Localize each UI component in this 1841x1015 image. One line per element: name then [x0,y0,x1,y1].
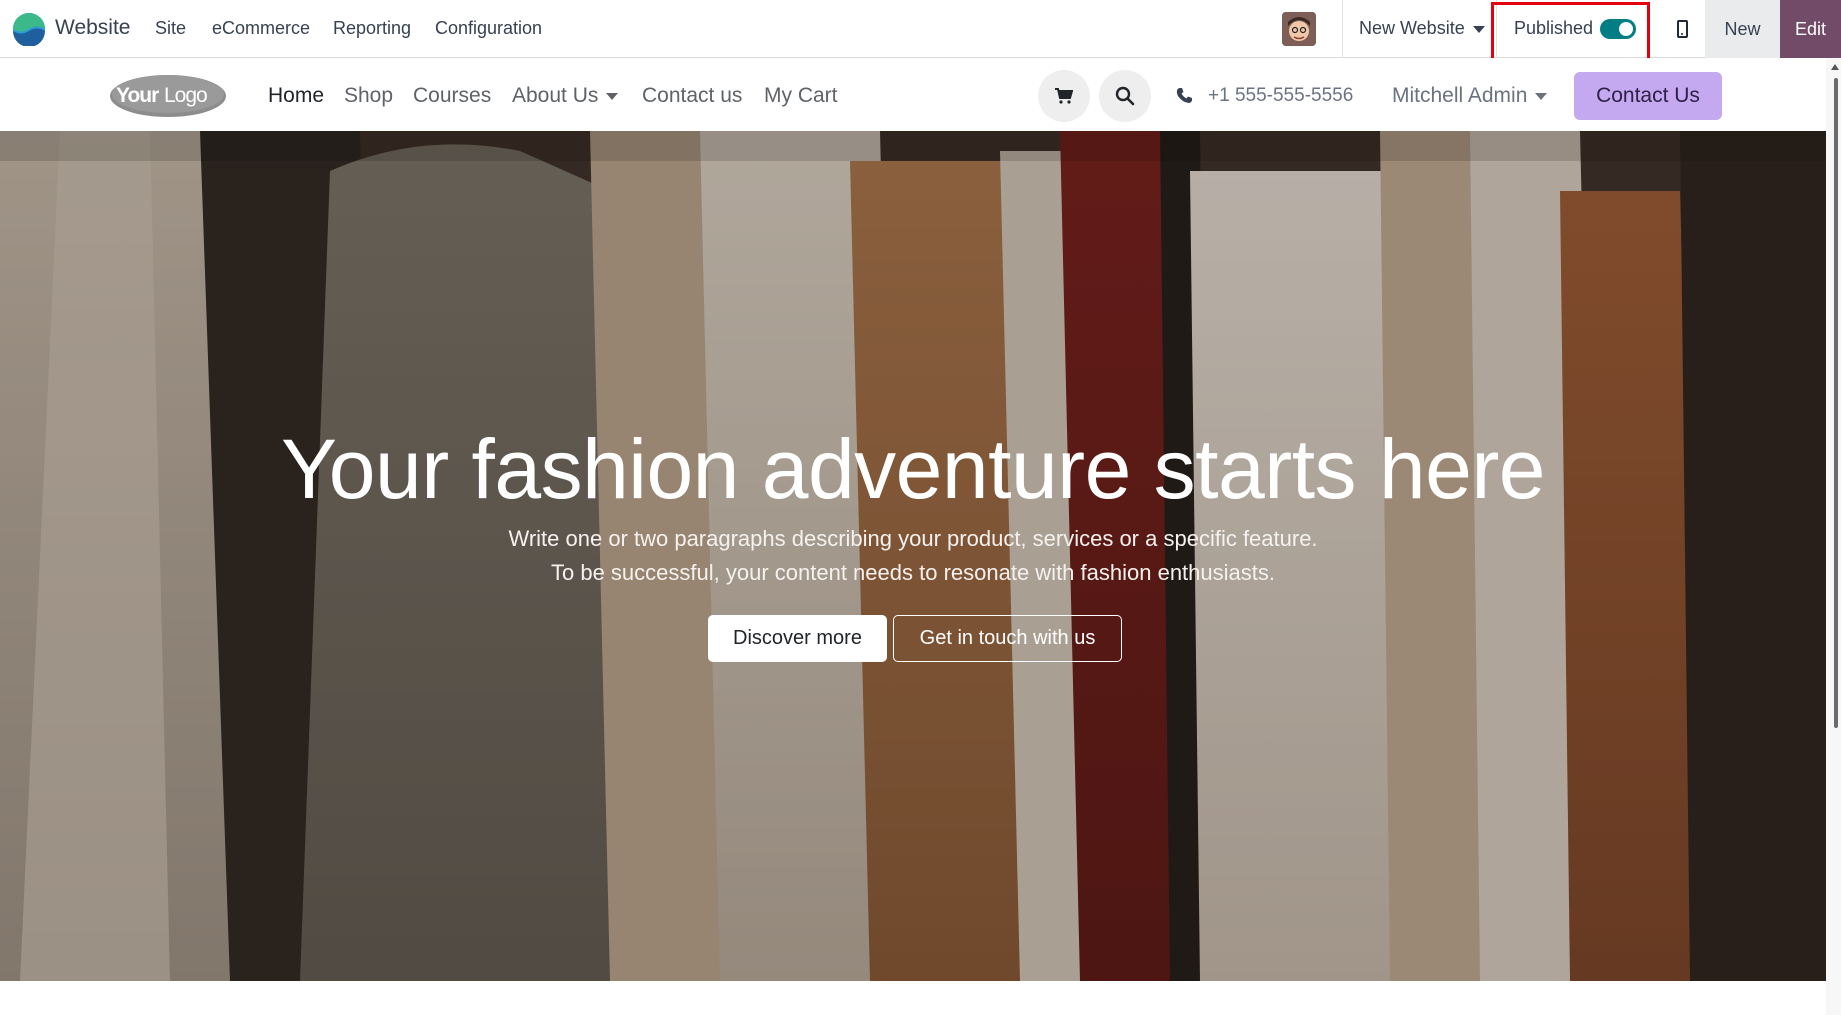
nav-shop[interactable]: Shop [344,84,393,108]
website-header: Your Logo Home Shop Courses About Us Con… [0,58,1841,131]
user-name: Mitchell Admin [1392,84,1528,107]
search-button[interactable] [1099,70,1151,122]
site-logo[interactable]: Your Logo [108,72,228,118]
toggle-knob [1619,22,1633,36]
user-avatar[interactable] [1282,12,1316,46]
website-selector[interactable]: New Website [1359,18,1485,39]
svg-text:Your: Your [116,84,159,107]
nav-contact-us[interactable]: Contact us [642,84,742,108]
nav-my-cart[interactable]: My Cart [764,84,838,108]
hero-section: Your fashion adventure starts here Write… [0,131,1826,981]
new-button[interactable]: New [1705,0,1780,58]
menu-configuration[interactable]: Configuration [435,18,542,39]
nav-home[interactable]: Home [268,84,324,108]
phone-number-link[interactable]: +1 555-555-5556 [1208,85,1353,107]
scroll-up-arrow-icon[interactable] [1831,64,1839,70]
edit-button[interactable]: Edit [1780,0,1841,58]
search-icon [1115,86,1135,106]
published-label: Published [1514,18,1594,38]
phone-icon [1176,88,1192,103]
chevron-down-icon [606,92,619,100]
mobile-preview-button[interactable] [1660,0,1705,58]
chevron-down-icon [1535,92,1548,100]
hero-paragraph-line-1: Write one or two paragraphs describing y… [508,526,1318,551]
chevron-down-icon [1472,25,1485,33]
menu-site[interactable]: Site [155,18,186,39]
nav-courses[interactable]: Courses [413,84,491,108]
cart-icon [1055,88,1073,104]
hero-overlay [0,131,1826,981]
cart-button[interactable] [1038,70,1090,122]
menu-reporting[interactable]: Reporting [333,18,411,39]
divider [1342,0,1343,58]
odoo-top-bar: Website Site eCommerce Reporting Configu… [0,0,1841,62]
user-menu[interactable]: Mitchell Admin [1392,84,1548,108]
nav-about-us-label: About Us [512,84,599,107]
contact-us-button[interactable]: Contact Us [1574,72,1722,120]
svg-text:Logo: Logo [164,84,207,107]
hero-title: Your fashion adventure starts here [280,422,1546,516]
hero-paragraph-line-2: To be successful, your content needs to … [551,560,1275,585]
nav-about-us[interactable]: About Us [512,84,619,108]
page-bottom [0,981,1826,1015]
avatar-face-icon [1282,12,1316,46]
menu-ecommerce[interactable]: eCommerce [212,18,310,39]
mobile-phone-icon [1677,20,1688,38]
published-toggle[interactable] [1600,19,1636,39]
scrollbar-thumb[interactable] [1834,78,1838,728]
discover-more-button[interactable]: Discover more [708,615,887,662]
app-name[interactable]: Website [55,16,130,40]
get-in-touch-button[interactable]: Get in touch with us [893,615,1122,662]
website-selector-label: New Website [1359,18,1465,38]
website-app-icon[interactable] [12,12,46,46]
